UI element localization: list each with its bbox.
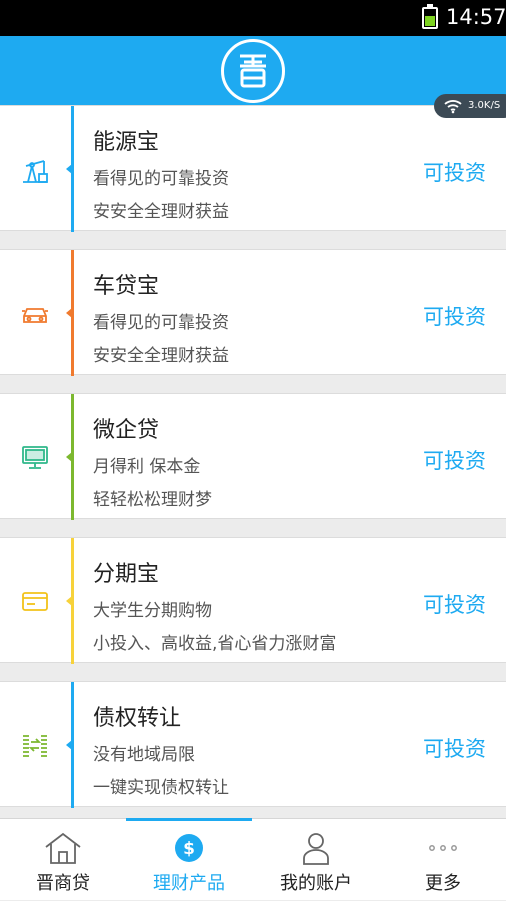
wifi-icon <box>444 100 462 114</box>
transfer-icon <box>23 735 47 757</box>
invest-button[interactable]: 可投资 <box>423 589 486 619</box>
card-icon <box>22 592 48 611</box>
status-time: 14:57 <box>446 5 506 29</box>
product-card-weiqidai[interactable]: 微企贷 月得利 保本金 轻轻松松理财梦 可投资 <box>0 393 506 520</box>
accent-marker <box>66 596 72 606</box>
product-subtagline: 轻轻松松理财梦 <box>93 490 212 510</box>
user-icon <box>303 833 329 865</box>
network-speed-text: 3.0K/S <box>468 100 501 111</box>
invest-button[interactable]: 可投资 <box>423 445 486 475</box>
monitor-icon <box>22 446 48 469</box>
tab-account[interactable]: 我的账户 <box>253 819 379 901</box>
accent-marker <box>66 452 72 462</box>
tab-label: 更多 <box>425 873 461 894</box>
invest-button[interactable]: 可投资 <box>423 157 486 187</box>
invest-button[interactable]: 可投资 <box>423 733 486 763</box>
product-card-zhaiquanzhuanrang[interactable]: 债权转让 没有地域局限 一键实现债权转让 可投资 <box>0 681 506 808</box>
tab-label: 理财产品 <box>153 873 225 894</box>
accent-marker <box>66 740 72 750</box>
product-card-nengyuanbao[interactable]: 能源宝 看得见的可靠投资 安安全全理财获益 可投资 <box>0 105 506 232</box>
product-tagline: 没有地域局限 <box>93 745 195 765</box>
tab-home[interactable]: 晋商贷 <box>0 819 126 901</box>
svg-text:$: $ <box>183 839 195 859</box>
product-title: 分期宝 <box>93 562 160 587</box>
tab-products[interactable]: $ 理财产品 <box>126 818 252 901</box>
product-tagline: 大学生分期购物 <box>93 601 212 621</box>
product-tagline: 看得见的可靠投资 <box>93 169 229 189</box>
product-title: 能源宝 <box>93 130 160 155</box>
product-card-chedaibao[interactable]: 车贷宝 看得见的可靠投资 安安全全理财获益 可投资 <box>0 249 506 376</box>
invest-button[interactable]: 可投资 <box>423 301 486 331</box>
product-tagline: 月得利 保本金 <box>93 457 201 477</box>
product-card-fenqibao[interactable]: 分期宝 大学生分期购物 小投入、高收益,省心省力涨财富 可投资 <box>0 537 506 664</box>
tab-more[interactable]: 更多 <box>380 819 506 901</box>
app-logo <box>221 39 285 103</box>
app-header <box>0 36 506 105</box>
product-title: 车贷宝 <box>93 274 160 299</box>
tab-label: 晋商贷 <box>36 873 90 894</box>
product-tagline: 看得见的可靠投资 <box>93 313 229 333</box>
more-icon <box>429 845 457 851</box>
product-title: 微企贷 <box>93 418 160 443</box>
product-subtagline: 安安全全理财获益 <box>93 346 229 366</box>
car-icon <box>22 308 48 323</box>
oil-pump-icon <box>23 160 48 183</box>
product-subtagline: 小投入、高收益,省心省力涨财富 <box>93 634 337 654</box>
tab-label: 我的账户 <box>280 873 352 894</box>
dollar-icon: $ <box>175 834 203 862</box>
battery-icon <box>422 4 438 29</box>
accent-marker <box>66 164 72 174</box>
product-subtagline: 一键实现债权转让 <box>93 778 229 798</box>
product-subtagline: 安安全全理财获益 <box>93 202 229 222</box>
status-bar: 14:57 <box>0 0 506 36</box>
product-title: 债权转让 <box>93 706 182 731</box>
accent-marker <box>66 308 72 318</box>
home-icon <box>45 832 81 864</box>
bottom-tab-bar: 晋商贷 $ 理财产品 我的账户 更多 <box>0 818 506 900</box>
network-speed-badge: 3.0K/S <box>434 94 506 118</box>
